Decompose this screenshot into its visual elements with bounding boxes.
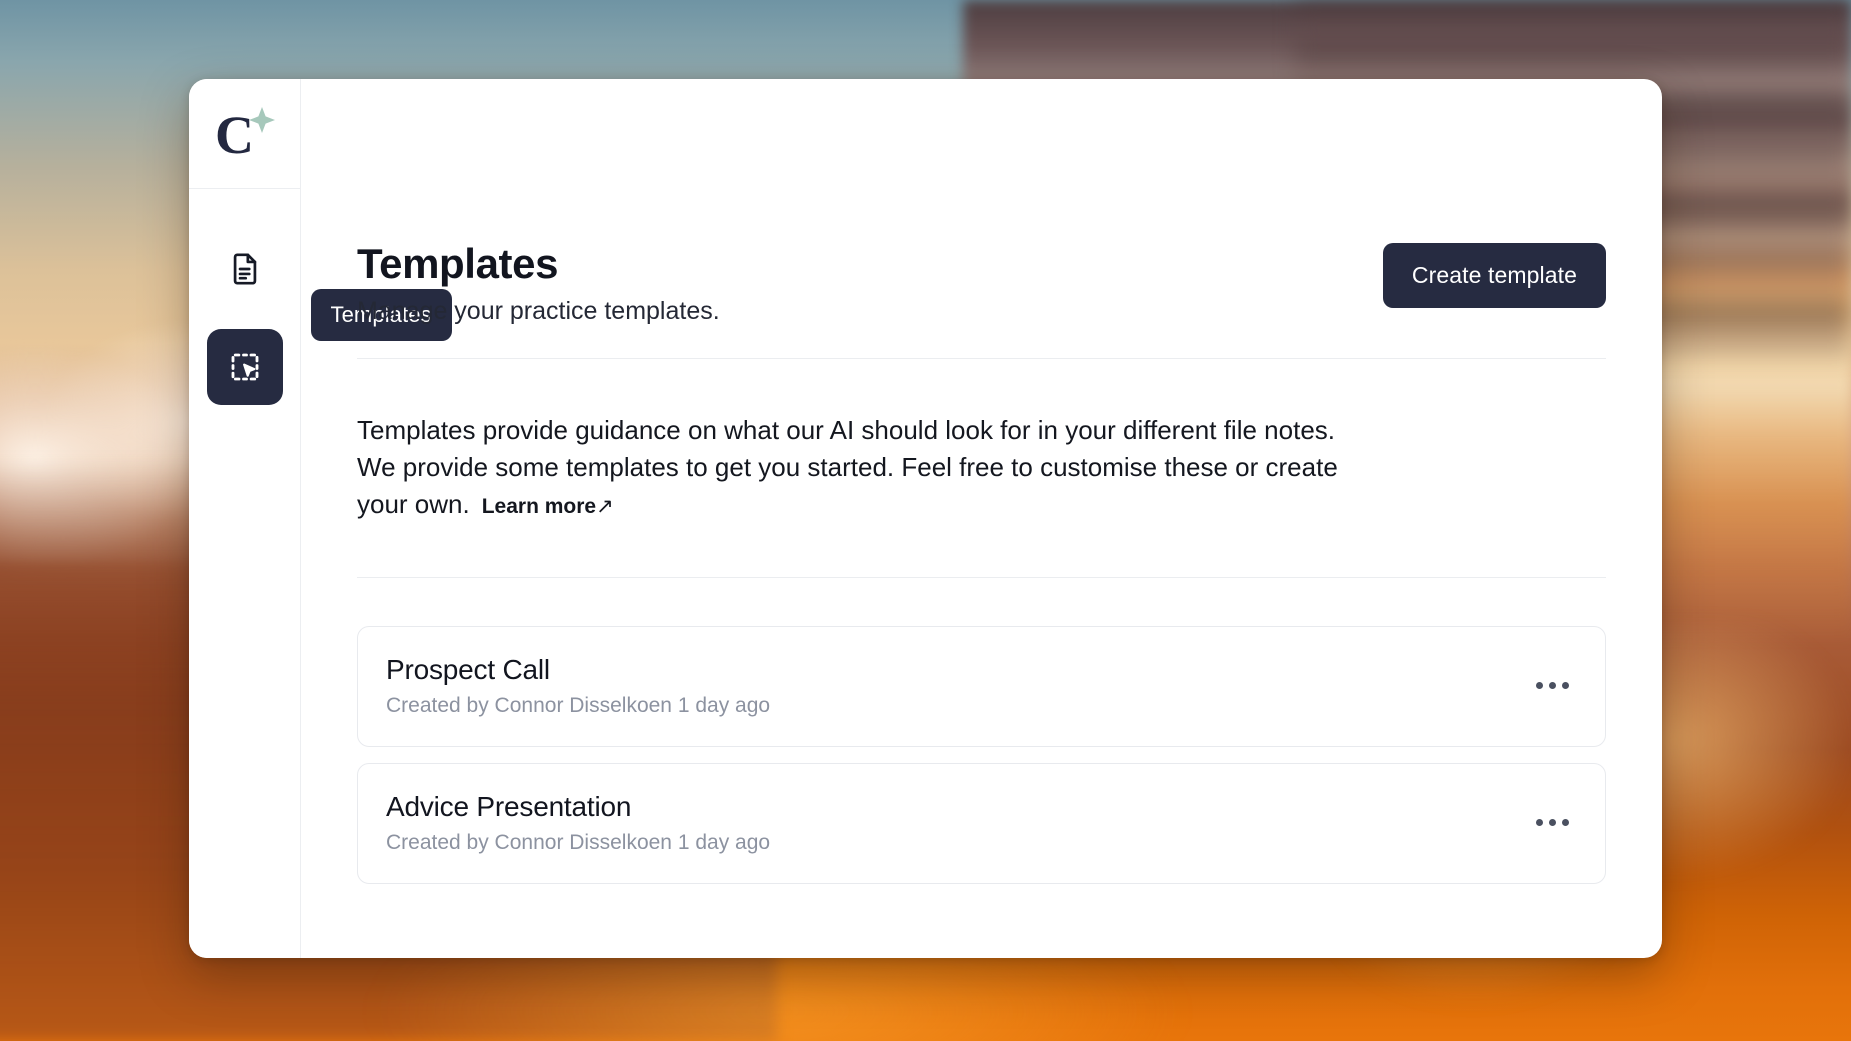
external-link-arrow-icon: ↗ [596, 494, 614, 518]
ellipsis-icon [1561, 819, 1569, 827]
sidebar: C Templates [189, 79, 452, 958]
sidebar-item-templates[interactable] [206, 329, 283, 405]
create-template-button[interactable]: Create template [1382, 243, 1606, 308]
template-name: Prospect Call [386, 653, 550, 685]
template-list: Prospect Call Created by Connor Disselko… [357, 625, 1606, 885]
ellipsis-icon [1561, 681, 1569, 689]
template-meta: Created by Connor Disselkoen 1 day ago [386, 831, 771, 854]
page-header: Templates Manage your practice templates… [357, 79, 1606, 326]
learn-more-label: Learn more [481, 494, 597, 518]
ellipsis-icon [1548, 681, 1556, 689]
ellipsis-icon [1548, 819, 1556, 827]
page-heading-group: Templates Manage your practice templates… [357, 240, 720, 326]
template-card[interactable]: Advice Presentation Created by Connor Di… [357, 762, 1606, 885]
template-menu-button[interactable] [1529, 800, 1575, 846]
intro-divider [357, 576, 1606, 578]
main-content: Templates Manage your practice templates… [301, 79, 1662, 958]
template-card[interactable]: Prospect Call Created by Connor Disselko… [357, 625, 1606, 747]
template-card-text: Prospect Call Created by Connor Disselko… [386, 653, 770, 718]
svg-text:C: C [215, 105, 254, 163]
app-window: C Templates Templates Manage your practi… [189, 79, 1662, 958]
logo-sparkle-icon: C [215, 105, 275, 163]
app-logo[interactable]: C [189, 79, 300, 189]
ellipsis-icon [1535, 681, 1543, 689]
template-select-icon [231, 353, 258, 381]
ellipsis-icon [1535, 819, 1543, 827]
file-document-icon [233, 253, 256, 285]
template-menu-button[interactable] [1529, 662, 1575, 708]
sidebar-item-file-notes[interactable] [207, 231, 283, 307]
learn-more-link[interactable]: Learn more↗ [482, 495, 614, 518]
template-card-text: Advice Presentation Created by Connor Di… [386, 790, 770, 855]
template-meta: Created by Connor Disselkoen 1 day ago [386, 693, 771, 717]
sidebar-nav-list: Templates [206, 189, 452, 405]
intro-block: Templates provide guidance on what our A… [357, 359, 1606, 523]
page-title: Templates [357, 240, 559, 287]
template-name: Advice Presentation [386, 790, 632, 822]
intro-paragraph: Templates provide guidance on what our A… [357, 412, 1367, 523]
page-subtitle: Manage your practice templates. [357, 297, 720, 326]
